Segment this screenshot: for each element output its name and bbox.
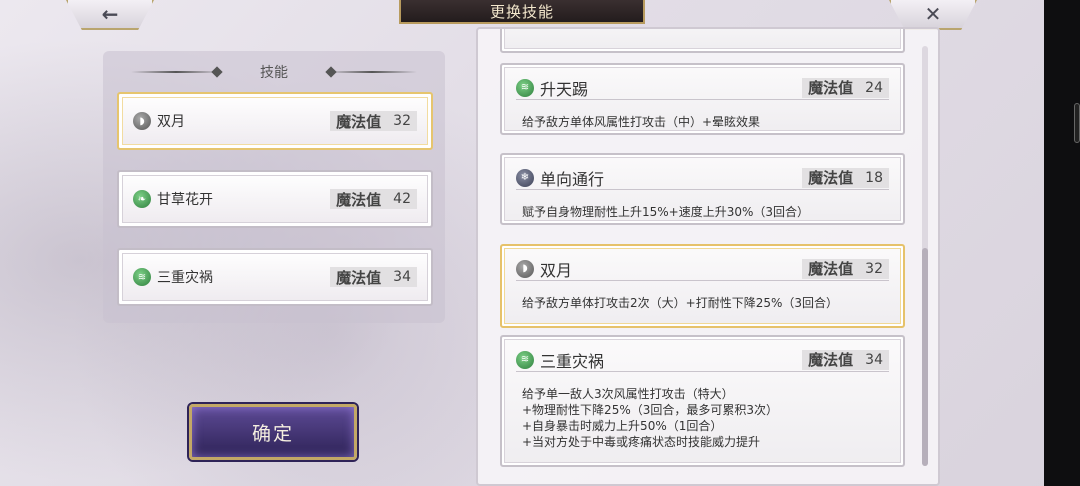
slot-name: 双月 <box>157 114 185 130</box>
close-icon: ✕ <box>924 2 942 26</box>
page-title: 更换技能 <box>399 0 645 24</box>
screen-edge <box>1044 0 1080 486</box>
skill-description: 给予敌方单体打攻击2次（大）+打耐性下降25%（3回合） <box>522 296 838 310</box>
skill-name: 双月 <box>540 260 573 280</box>
wind-icon: ≋ <box>133 268 151 286</box>
mp-cost: 魔法值 34 <box>330 267 417 287</box>
mp-cost: 魔法值 32 <box>330 111 417 131</box>
confirm-button[interactable]: 确定 <box>189 404 357 460</box>
leaf-icon: ❧ <box>133 190 151 208</box>
skill-slot-2[interactable]: ❧ 甘草花开 魔法值 42 <box>117 170 433 228</box>
equipped-skills-panel: 技能 ◗ 双月 魔法值 32 ❧ 甘草花开 魔法值 42 ≋ 三重灾祸 魔法值 … <box>103 51 445 323</box>
mp-cost: 魔法值 24 <box>802 77 889 98</box>
skill-name: 单向通行 <box>540 169 605 189</box>
wind-icon: ≋ <box>516 350 534 369</box>
skill-slot-3[interactable]: ≋ 三重灾祸 魔法值 34 <box>117 248 433 306</box>
skill-description: 给予单一敌人3次风属性打攻击（特大） +物理耐性下降25%（3回合，最多可累积3… <box>522 387 778 449</box>
snowflake-icon: ❄ <box>516 168 534 187</box>
mp-cost: 魔法值 32 <box>802 258 889 279</box>
moon-icon: ◗ <box>133 112 151 130</box>
mp-cost: 魔法值 42 <box>330 189 417 209</box>
skill-card[interactable]: ❄ 单向通行 魔法值 18 赋予自身物理耐性上升15%+速度上升30%（3回合） <box>500 153 905 225</box>
close-button[interactable]: ✕ <box>889 0 977 30</box>
skill-card-partial[interactable] <box>500 29 905 53</box>
mp-cost: 魔法值 34 <box>802 349 889 370</box>
wind-icon: ≋ <box>516 78 534 97</box>
skill-description: 赋予自身物理耐性上升15%+速度上升30%（3回合） <box>522 205 810 219</box>
slot-name: 三重灾祸 <box>157 270 213 286</box>
slot-name: 甘草花开 <box>157 192 213 208</box>
scrollbar-thumb[interactable] <box>922 248 928 466</box>
skill-card[interactable]: ≋ 三重灾祸 魔法值 34 给予单一敌人3次风属性打攻击（特大） +物理耐性下降… <box>500 335 905 467</box>
skill-name: 三重灾祸 <box>540 351 605 371</box>
skill-slot-1[interactable]: ◗ 双月 魔法值 32 <box>117 92 433 150</box>
back-arrow-icon: ← <box>101 2 119 26</box>
skill-card[interactable]: ≋ 升天踢 魔法值 24 给予敌方单体风属性打攻击（中）+晕眩效果 <box>500 63 905 135</box>
skill-card-selected[interactable]: ◗ 双月 魔法值 32 给予敌方单体打攻击2次（大）+打耐性下降25%（3回合） <box>500 244 905 328</box>
scrollbar[interactable] <box>922 46 928 466</box>
skill-description: 给予敌方单体风属性打攻击（中）+晕眩效果 <box>522 115 761 129</box>
moon-icon: ◗ <box>516 259 534 278</box>
side-handle <box>1074 103 1080 143</box>
skill-name: 升天踢 <box>540 79 589 99</box>
panel-header: 技能 <box>260 65 288 81</box>
mp-cost: 魔法值 18 <box>802 167 889 188</box>
skill-list[interactable]: ≋ 升天踢 魔法值 24 给予敌方单体风属性打攻击（中）+晕眩效果 ❄ 单向通行… <box>476 27 940 486</box>
